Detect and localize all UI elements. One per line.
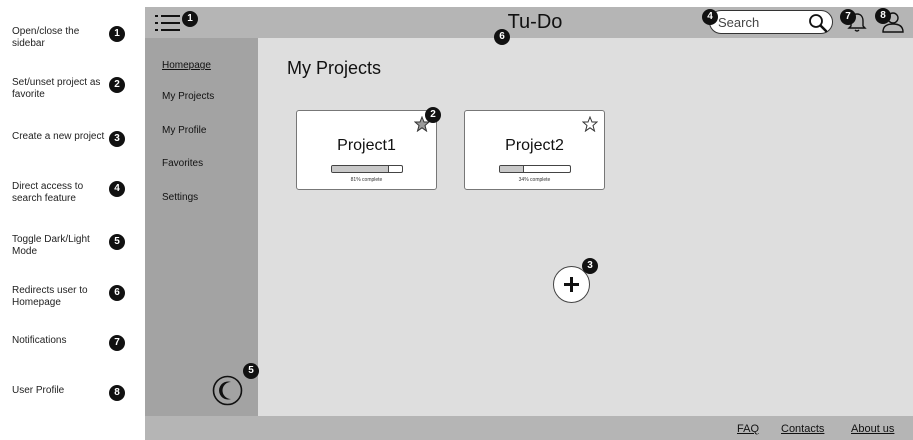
legend-item: User Profile 8 <box>12 385 152 425</box>
page-title: My Projects <box>287 58 382 78</box>
project-card[interactable]: Project1 81% complete <box>296 110 437 190</box>
annotation-badge: 7 <box>840 9 856 25</box>
legend-badge: 2 <box>109 77 125 93</box>
legend-text: Set/unset project as favorite <box>12 77 101 100</box>
legend-text: User Profile <box>12 385 65 396</box>
footer-link-faq[interactable]: FAQ <box>737 423 759 435</box>
progress-fill <box>500 166 524 172</box>
legend-badge: 6 <box>109 285 125 301</box>
main-content <box>258 38 913 416</box>
sidebar-item-favorites[interactable]: Favorites <box>162 158 203 169</box>
project-title: Project2 <box>505 137 564 154</box>
legend-text: Redirects user to Homepage <box>12 285 88 308</box>
legend-item: Open/close the sidebar 1 <box>12 26 152 66</box>
star-outline-icon[interactable] <box>582 116 598 132</box>
annotation-badge: 8 <box>875 8 891 24</box>
footer-link-about-us[interactable]: About us <box>851 423 894 435</box>
sidebar-item-settings[interactable]: Settings <box>162 192 198 203</box>
progress-bar <box>499 165 571 173</box>
annotation-badge: 4 <box>702 9 718 25</box>
search-box[interactable] <box>709 10 833 34</box>
sidebar-item-my-projects[interactable]: My Projects <box>162 91 214 102</box>
legend-badge: 8 <box>109 385 125 401</box>
legend-item: Redirects user to Homepage 6 <box>12 285 152 325</box>
progress-bar <box>331 165 403 173</box>
legend-text: Toggle Dark/Light Mode <box>12 234 90 257</box>
sidebar-item-my-profile[interactable]: My Profile <box>162 125 206 136</box>
legend-text: Notifications <box>12 335 67 346</box>
legend-text: Direct access to search feature <box>12 181 84 204</box>
search-input[interactable] <box>718 14 798 30</box>
legend-item: Toggle Dark/Light Mode 5 <box>12 234 152 274</box>
progress-label: 81% complete <box>350 177 383 183</box>
legend-text: Open/close the sidebar <box>12 26 80 49</box>
annotation-badge: 6 <box>494 29 510 45</box>
progress-fill <box>332 166 389 172</box>
project-card[interactable]: Project2 34% complete <box>464 110 605 190</box>
legend-item: Create a new project 3 <box>12 131 152 171</box>
footer-link-contacts[interactable]: Contacts <box>781 423 824 435</box>
progress-label: 34% complete <box>518 177 551 183</box>
legend-badge: 1 <box>109 26 125 42</box>
project-title: Project1 <box>337 137 396 154</box>
moon-icon[interactable] <box>212 375 243 406</box>
legend-item: Set/unset project as favorite 2 <box>12 77 152 117</box>
legend-badge: 3 <box>109 131 125 147</box>
legend-item: Notifications 7 <box>12 335 152 375</box>
search-icon[interactable] <box>808 13 828 33</box>
legend-badge: 5 <box>109 234 125 250</box>
sidebar-item-homepage[interactable]: Homepage <box>162 60 211 71</box>
legend-badge: 7 <box>109 335 125 351</box>
legend-text: Create a new project <box>12 131 105 142</box>
annotation-badge: 1 <box>182 11 198 27</box>
annotation-badge: 5 <box>243 363 259 379</box>
legend-badge: 4 <box>109 181 125 197</box>
hamburger-menu-icon[interactable] <box>153 13 181 33</box>
app-title-home-link[interactable]: Tu-Do <box>500 11 570 34</box>
annotation-badge: 2 <box>425 107 441 123</box>
annotation-badge: 3 <box>582 258 598 274</box>
plus-icon <box>564 277 579 292</box>
legend-item: Direct access to search feature 4 <box>12 181 152 221</box>
